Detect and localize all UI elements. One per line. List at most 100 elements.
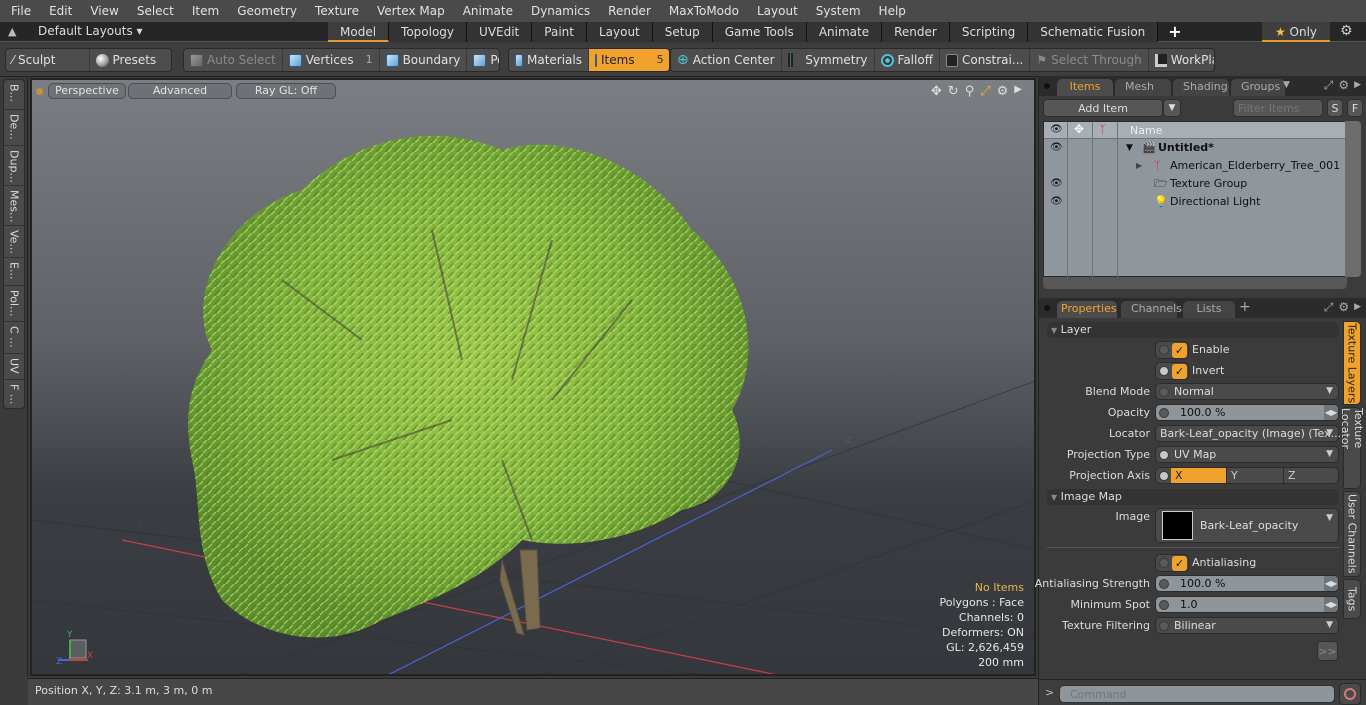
sculpt-button[interactable]: ⁄ Sculpt	[6, 49, 90, 71]
image-map-section-header[interactable]: ▼ Image Map	[1047, 489, 1339, 505]
zoom-icon[interactable]: ⚲	[965, 84, 975, 99]
texture-filtering-select[interactable]: Bilinear ▼	[1155, 617, 1339, 634]
spinner-icon[interactable]: ◀▶	[1324, 576, 1338, 591]
menu-select[interactable]: Select	[126, 0, 181, 22]
rotate-icon[interactable]: ↻	[948, 84, 959, 99]
menu-geometry[interactable]: Geometry	[226, 0, 304, 22]
constraints-button[interactable]: Constrai...	[940, 49, 1031, 71]
left-tab-deform[interactable]: De...	[4, 110, 24, 146]
locator-select[interactable]: Bark-Leaf_opacity (Image) (Tex... ▼	[1155, 425, 1341, 442]
blend-mode-select[interactable]: Normal ▼	[1155, 383, 1339, 400]
ray-gl-button[interactable]: Ray GL: Off	[236, 83, 336, 99]
side-tab-tags[interactable]: Tags	[1343, 579, 1361, 619]
eye-icon[interactable]: 👁	[1050, 175, 1063, 193]
falloff-button[interactable]: Falloff	[875, 49, 940, 71]
antialiasing-checkbox[interactable]: ✓	[1155, 554, 1189, 572]
gear-icon[interactable]: ⚙	[1338, 78, 1349, 93]
menu-maxtomodo[interactable]: MaxToModo	[658, 0, 746, 22]
menu-file[interactable]: File	[0, 0, 38, 22]
left-tab-curve[interactable]: C ...	[4, 322, 24, 354]
opacity-input[interactable]: 100.0 % ◀▶	[1155, 404, 1339, 421]
spinner-icon[interactable]: ◀▶	[1324, 597, 1338, 612]
record-macro-button[interactable]	[1339, 683, 1361, 705]
left-tab-fusion[interactable]: F ...	[4, 380, 24, 408]
tab-groups[interactable]: Groups	[1231, 79, 1285, 96]
expand-toggle-icon[interactable]: ▼	[1126, 139, 1133, 157]
gear-icon[interactable]: ⚙	[1338, 300, 1349, 315]
projection-type-select[interactable]: UV Map ▼	[1155, 446, 1339, 463]
play-arrow-icon[interactable]: ▶	[1014, 84, 1022, 99]
default-layouts-dropdown[interactable]: Default Layouts ▾	[38, 24, 143, 38]
tab-mesh[interactable]: Mesh ...	[1115, 79, 1171, 109]
add-tab-icon[interactable]: +	[1158, 22, 1191, 42]
expand-icon[interactable]: ⤢	[1324, 78, 1334, 93]
maximize-icon[interactable]: ⤢	[980, 84, 990, 99]
invert-checkbox[interactable]: ✓	[1155, 362, 1189, 380]
boundary-button[interactable]: Boundary	[380, 49, 468, 71]
3d-viewport[interactable]: Y X Z -X -Z Perspective Advanced Ray GL:…	[30, 78, 1036, 676]
tab-lists[interactable]: Lists	[1183, 301, 1235, 318]
tab-channels[interactable]: Channels	[1121, 301, 1182, 318]
side-tab-user-channels[interactable]: User Channels	[1343, 491, 1361, 577]
add-item-button[interactable]: Add Item	[1043, 99, 1163, 117]
axis-x-option[interactable]: X	[1171, 468, 1227, 483]
menu-help[interactable]: Help	[868, 0, 913, 22]
gear-icon[interactable]: ⚙	[997, 84, 1009, 99]
action-center-button[interactable]: ⊕ Action Center	[671, 49, 782, 71]
tab-schematic-fusion[interactable]: Schematic Fusion	[1028, 22, 1159, 42]
spinner-icon[interactable]: ◀▶	[1324, 405, 1338, 420]
left-tab-edge[interactable]: E...	[4, 258, 24, 286]
add-item-dropdown[interactable]: ▼	[1163, 99, 1181, 117]
tabs-dropdown-icon[interactable]: ▼	[1283, 80, 1290, 90]
side-tab-texture-layers[interactable]: Texture Layers	[1343, 321, 1361, 405]
min-spot-input[interactable]: 1.0 ◀▶	[1155, 596, 1339, 613]
image-select[interactable]: Bark-Leaf_opacity ▼	[1155, 508, 1339, 543]
menu-dynamics[interactable]: Dynamics	[520, 0, 597, 22]
tree-vertical-scrollbar[interactable]	[1345, 121, 1361, 277]
axis-y-option[interactable]: Y	[1227, 468, 1284, 483]
shading-mode-button[interactable]: Advanced	[128, 83, 232, 99]
select-through-button[interactable]: ⚑ Select Through	[1030, 49, 1149, 71]
left-tab-duplicate[interactable]: Dup...	[4, 146, 24, 186]
auto-select-button[interactable]: Auto Select	[184, 49, 283, 71]
tab-layout[interactable]: Layout	[586, 22, 653, 42]
items-button[interactable]: Items 5	[589, 49, 669, 71]
arrow-right-icon[interactable]: ▶	[1354, 78, 1361, 93]
pan-icon[interactable]: ✥	[931, 84, 942, 99]
tree-row[interactable]: 👁 ▼ 🎬 Untitled*	[1044, 139, 1348, 157]
viewport-options-dot[interactable]	[36, 88, 43, 95]
left-tab-basic[interactable]: B...	[4, 80, 24, 110]
left-tab-uv[interactable]: UV	[4, 354, 24, 380]
tree-row[interactable]: 👁 🗁 Texture Group	[1044, 175, 1348, 193]
side-tab-texture-locator[interactable]: Texture Locator	[1339, 407, 1365, 489]
tab-model[interactable]: Model	[328, 22, 390, 42]
menu-layout[interactable]: Layout	[746, 0, 805, 22]
menu-animate[interactable]: Animate	[452, 0, 520, 22]
materials-button[interactable]: Materials	[509, 49, 589, 71]
tab-paint[interactable]: Paint	[532, 22, 587, 42]
tab-game-tools[interactable]: Game Tools	[712, 22, 807, 42]
filter-items-input[interactable]	[1233, 99, 1323, 117]
aa-strength-input[interactable]: 100.0 % ◀▶	[1155, 575, 1339, 592]
add-tab-icon[interactable]: +	[1239, 299, 1251, 315]
tab-setup[interactable]: Setup	[652, 22, 713, 42]
layer-section-header[interactable]: ▼ Layer	[1047, 322, 1339, 338]
eye-icon[interactable]: 👁	[1050, 193, 1063, 211]
tab-properties[interactable]: Properties	[1057, 301, 1117, 318]
tab-shading[interactable]: Shading	[1173, 79, 1229, 96]
s-button[interactable]: S	[1327, 99, 1343, 117]
menu-system[interactable]: System	[805, 0, 868, 22]
menu-view[interactable]: View	[79, 0, 125, 22]
tab-items[interactable]: Items	[1057, 79, 1113, 96]
tree-row[interactable]: ▶ ᛉ American_Elderberry_Tree_001	[1044, 157, 1348, 175]
tab-uvedit[interactable]: UVEdit	[467, 22, 533, 42]
left-tab-vertex[interactable]: Ve...	[4, 226, 24, 258]
vertices-button[interactable]: Vertices 1	[283, 49, 380, 71]
command-input[interactable]	[1059, 685, 1335, 703]
presets-button[interactable]: Presets	[90, 49, 172, 71]
panel-dot-icon[interactable]	[1044, 83, 1050, 89]
left-tab-polygon[interactable]: Pol...	[4, 286, 24, 322]
arrow-right-icon[interactable]: ▶	[1354, 300, 1361, 315]
tab-render[interactable]: Render	[882, 22, 950, 42]
collapse-toggle-icon[interactable]: ▶	[1136, 157, 1142, 175]
